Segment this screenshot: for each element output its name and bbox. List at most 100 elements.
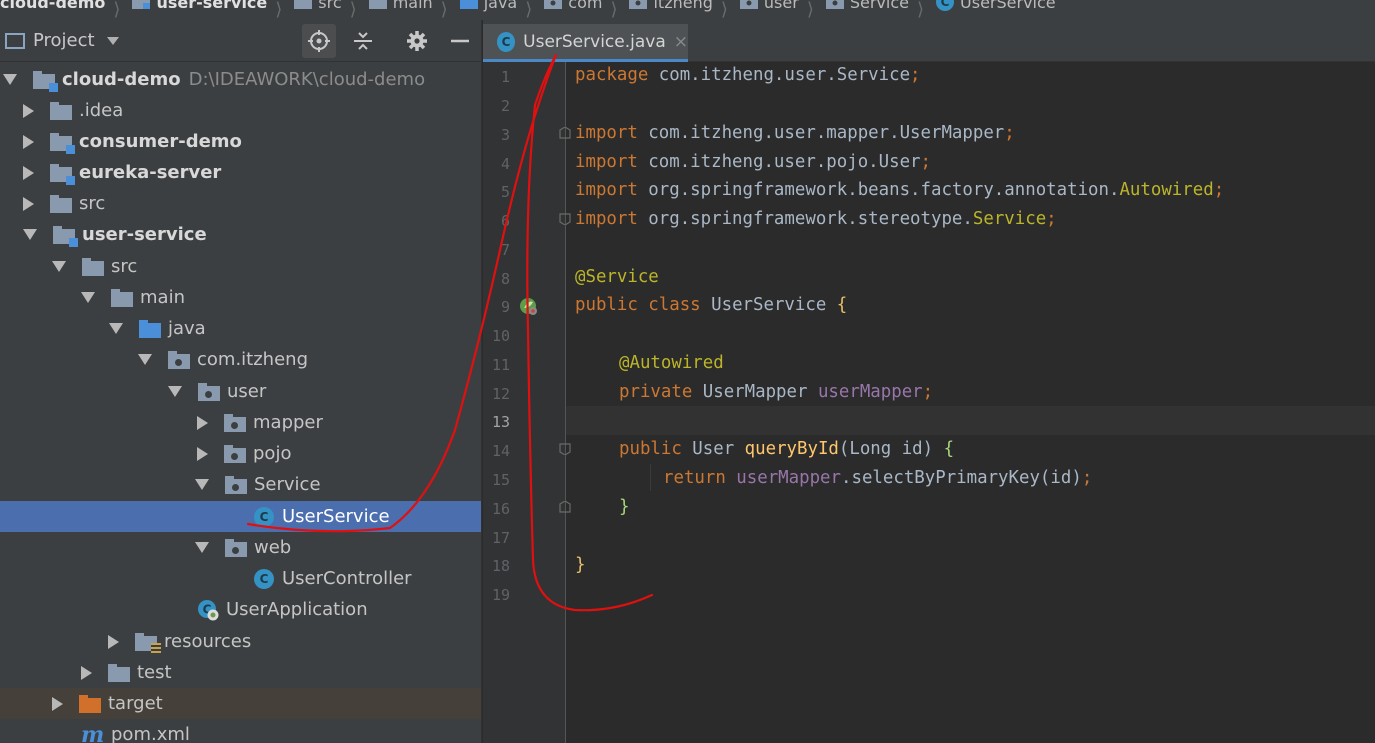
breadcrumb-item-src[interactable]: src <box>290 0 342 12</box>
tree-item-com-itzheng[interactable]: com.itzheng <box>0 344 481 375</box>
package-icon <box>225 538 247 557</box>
package-icon <box>224 444 246 463</box>
code-line-5[interactable]: import org.springframework.beans.factory… <box>575 176 1224 205</box>
line-number: 19 <box>491 586 510 604</box>
gear-icon <box>407 31 427 51</box>
code-line-18[interactable]: } <box>575 551 585 580</box>
package-icon <box>168 350 190 369</box>
line-number-current: 13 <box>491 413 510 431</box>
breadcrumb-item-itzheng[interactable]: itzheng <box>625 0 713 12</box>
code-line-3[interactable]: import com.itzheng.user.mapper.UserMappe… <box>575 119 1015 148</box>
tree-item-user-service[interactable]: user-service <box>0 219 481 250</box>
locate-icon <box>308 30 330 52</box>
class-icon: C <box>497 31 516 52</box>
code-line-15[interactable]: return userMapper.selectByPrimaryKey(id)… <box>575 464 1092 493</box>
module-icon <box>50 163 75 185</box>
chevron-right-icon[interactable] <box>108 634 119 649</box>
line-number: 18 <box>491 557 510 575</box>
chevron-right-icon[interactable] <box>23 165 34 180</box>
tree-item-usercontroller[interactable]: C UserController <box>0 563 481 594</box>
spring-app-icon: C <box>198 599 219 620</box>
class-icon: C <box>254 506 274 527</box>
breadcrumb-item-user[interactable]: user <box>736 0 799 12</box>
chevron-down-icon[interactable] <box>52 261 66 272</box>
minimize-icon <box>451 39 469 43</box>
package-icon <box>198 382 220 401</box>
chevron-right-icon[interactable] <box>52 696 63 711</box>
maven-icon: m <box>81 721 105 743</box>
code-line-14[interactable]: public User queryById(Long id) { <box>575 435 954 464</box>
breadcrumb-separator: ⟩ <box>349 0 357 20</box>
chevron-down-icon[interactable] <box>168 386 182 397</box>
chevron-right-icon[interactable] <box>197 415 208 430</box>
code-line-11[interactable]: @Autowired <box>575 349 724 378</box>
code-line-4[interactable]: import com.itzheng.user.pojo.User; <box>575 148 931 177</box>
tree-item-pom-xml[interactable]: m pom.xml <box>0 719 481 743</box>
chevron-down-icon[interactable] <box>3 74 17 85</box>
settings-button[interactable] <box>400 24 434 58</box>
chevron-right-icon[interactable] <box>23 196 34 211</box>
tree-item-service[interactable]: Service <box>0 469 481 500</box>
breadcrumb-item-service[interactable]: Service <box>822 0 909 12</box>
chevron-down-icon[interactable] <box>81 292 95 303</box>
tree-item-java[interactable]: java <box>0 313 481 344</box>
chevron-right-icon[interactable] <box>23 103 34 118</box>
code-line-12[interactable]: private UserMapper userMapper; <box>575 378 933 407</box>
chevron-down-icon[interactable] <box>109 323 123 334</box>
tab-userservice-java[interactable]: C UserService.java × <box>483 24 688 62</box>
code-line-1[interactable]: package com.itzheng.user.Service; <box>575 61 921 90</box>
line-number: 5 <box>500 183 510 201</box>
tree-item-test[interactable]: test <box>0 657 481 688</box>
tree-item-user[interactable]: user <box>0 376 481 407</box>
breadcrumb-label: cloud-demo <box>0 0 106 12</box>
chevron-down-icon[interactable] <box>195 542 209 553</box>
tree-item-target[interactable]: target <box>0 688 481 719</box>
tree-item-web[interactable]: web <box>0 532 481 563</box>
code-line-16[interactable]: } <box>575 493 629 522</box>
breadcrumb-label: user <box>763 0 799 12</box>
breadcrumb-item-java[interactable]: java <box>456 0 517 12</box>
tree-item-resources[interactable]: resources <box>0 626 481 657</box>
tree-item-cloud-demo[interactable]: cloud-demo D:\IDEAWORK\cloud-demo <box>0 64 481 95</box>
tree-item-pojo[interactable]: pojo <box>0 438 481 469</box>
tree-item-userservice[interactable]: C UserService <box>0 501 481 532</box>
tree-item-eureka-server[interactable]: eureka-server <box>0 157 481 188</box>
tree-item-main[interactable]: main <box>0 282 481 313</box>
chevron-down-icon[interactable] <box>106 36 119 45</box>
fold-marker-icon[interactable] <box>559 443 571 455</box>
chevron-right-icon[interactable] <box>81 665 92 680</box>
tree-item-src[interactable]: src <box>0 188 481 219</box>
code-line-6[interactable]: import org.springframework.stereotype.Se… <box>575 205 1057 234</box>
breadcrumb-item-userservice[interactable]: C UserService <box>932 0 1056 12</box>
chevron-right-icon[interactable] <box>23 134 34 149</box>
hide-panel-button[interactable] <box>443 24 477 58</box>
line-number: 3 <box>500 126 510 144</box>
close-icon[interactable]: × <box>674 32 688 52</box>
tree-item-label: test <box>137 662 172 683</box>
breadcrumb-item-com[interactable]: com <box>540 0 602 12</box>
breadcrumb-separator: ⟩ <box>440 0 448 20</box>
breadcrumb-separator: ⟩ <box>525 0 533 20</box>
collapse-all-button[interactable] <box>346 24 380 58</box>
fold-marker-icon[interactable] <box>559 213 571 225</box>
chevron-down-icon[interactable] <box>23 229 37 240</box>
breadcrumb-item-main[interactable]: main <box>365 0 433 12</box>
code-line-9[interactable]: public class UserService { <box>575 291 847 320</box>
project-panel-title[interactable]: Project <box>33 30 95 51</box>
fold-marker-icon[interactable] <box>559 127 571 139</box>
tree-item-src[interactable]: src <box>0 251 481 282</box>
tree-item-mapper[interactable]: mapper <box>0 407 481 438</box>
fold-marker-icon[interactable] <box>559 501 571 513</box>
locate-file-button[interactable] <box>302 24 336 58</box>
chevron-right-icon[interactable] <box>197 446 208 461</box>
chevron-down-icon[interactable] <box>138 354 152 365</box>
chevron-down-icon[interactable] <box>195 479 209 490</box>
tree-item-consumer-demo[interactable]: consumer-demo <box>0 126 481 157</box>
tab-label: UserService.java <box>523 31 666 52</box>
breadcrumb-item-user-service[interactable]: user-service <box>128 0 267 12</box>
code-line-8[interactable]: @Service <box>575 263 659 292</box>
breadcrumb-item-cloud-demo[interactable]: cloud-demo <box>0 0 105 12</box>
tree-item-userapplication[interactable]: C UserApplication <box>0 594 481 625</box>
spring-bean-gutter-icon[interactable] <box>518 296 540 318</box>
tree-item-idea[interactable]: .idea <box>0 95 481 126</box>
